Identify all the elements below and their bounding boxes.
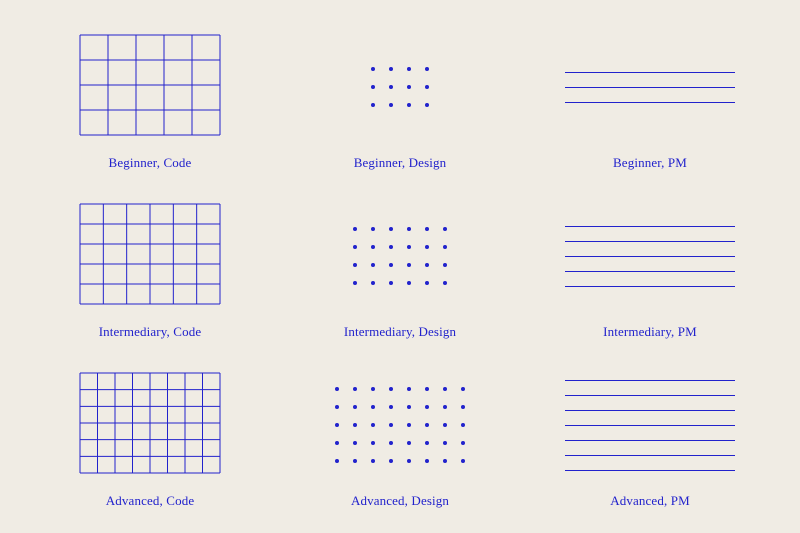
label-advanced-code: Advanced, Code: [106, 493, 194, 509]
card-intermediary-code: Intermediary, Code: [30, 191, 270, 350]
card-intermediary-pm: Intermediary, PM: [530, 191, 770, 350]
label-intermediary-code: Intermediary, Code: [99, 324, 202, 340]
label-intermediary-pm: Intermediary, PM: [603, 324, 697, 340]
visual-beginner-code: [38, 30, 262, 145]
visual-advanced-pm: [538, 368, 762, 483]
label-advanced-pm: Advanced, PM: [610, 493, 690, 509]
card-beginner-pm: Beginner, PM: [530, 22, 770, 181]
dots-advanced-design: [328, 380, 472, 470]
visual-beginner-pm: [538, 30, 762, 145]
dots-beginner-design: [364, 60, 436, 114]
label-beginner-design: Beginner, Design: [354, 155, 447, 171]
visual-intermediary-pm: [538, 199, 762, 314]
label-beginner-code: Beginner, Code: [109, 155, 192, 171]
card-beginner-code: Beginner, Code: [30, 22, 270, 181]
card-intermediary-design: Intermediary, Design: [280, 191, 520, 350]
lines-beginner-pm: [565, 65, 735, 110]
visual-intermediary-design: [288, 199, 512, 314]
label-advanced-design: Advanced, Design: [351, 493, 449, 509]
card-advanced-code: Advanced, Code: [30, 360, 270, 519]
label-beginner-pm: Beginner, PM: [613, 155, 687, 171]
visual-advanced-design: [288, 368, 512, 483]
visual-advanced-code: [38, 368, 262, 483]
lines-intermediary-pm: [565, 219, 735, 294]
label-intermediary-design: Intermediary, Design: [344, 324, 456, 340]
dots-intermediary-design: [346, 220, 454, 292]
visual-intermediary-code: [38, 199, 262, 314]
main-grid: Beginner, Code Beginner, Design Beginner, …: [20, 12, 780, 522]
card-advanced-pm: Advanced, PM: [530, 360, 770, 519]
card-beginner-design: Beginner, Design: [280, 22, 520, 181]
lines-advanced-pm: [565, 373, 735, 478]
visual-beginner-design: [288, 30, 512, 145]
card-advanced-design: Advanced, Design: [280, 360, 520, 519]
